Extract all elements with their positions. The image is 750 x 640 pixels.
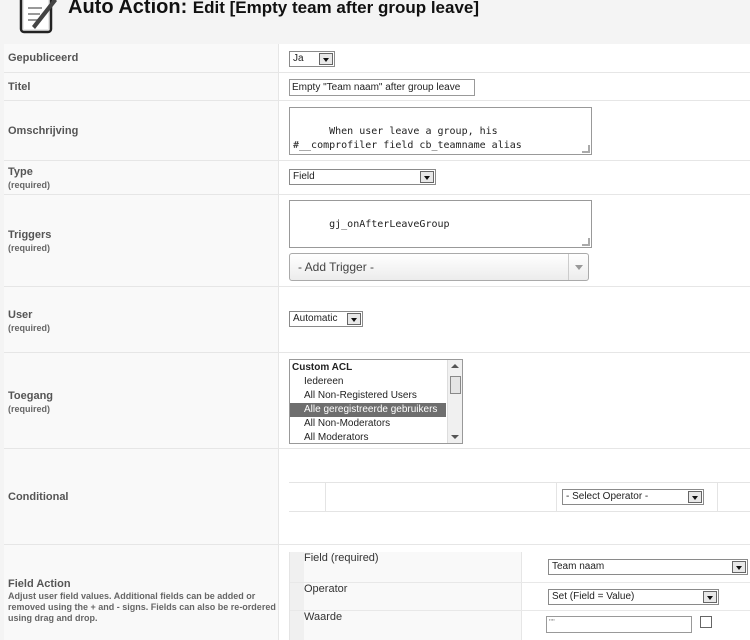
label-cell: Triggers (required) xyxy=(4,195,279,286)
fa-value-label: Waarde xyxy=(304,611,343,623)
chevron-down-icon xyxy=(688,491,702,503)
document-edit-icon xyxy=(19,0,57,34)
label-cell: User (required) xyxy=(4,287,279,352)
row-user: User (required) Automatic xyxy=(4,287,750,353)
triggers-required: (required) xyxy=(8,243,51,253)
row-published: Gepubliceerd Ja xyxy=(4,44,750,73)
field-action-row[interactable]: Field (required) Team naam Operator Set … xyxy=(289,552,750,640)
fa-operator-select[interactable]: Set (Field = Value) xyxy=(548,589,719,605)
access-listbox[interactable]: Custom ACL Iedereen All Non-Registered U… xyxy=(289,359,463,444)
access-label: Toegang xyxy=(8,390,54,402)
field-action-value-row: Waarde "" xyxy=(290,611,750,640)
scroll-down-icon[interactable] xyxy=(451,435,459,439)
access-option-selected[interactable]: Alle geregistreerde gebruikers xyxy=(290,403,446,417)
triggers-textarea[interactable]: gj_onAfterLeaveGroup xyxy=(289,200,592,248)
description-label: Omschrijving xyxy=(8,125,79,137)
user-select[interactable]: Automatic xyxy=(289,311,363,327)
label-cell: Gepubliceerd xyxy=(4,44,279,72)
fa-field-select-value: Team naam xyxy=(552,561,605,572)
conditional-label: Conditional xyxy=(8,491,69,503)
access-option[interactable]: All Moderators xyxy=(290,431,446,443)
label-cell: Omschrijving xyxy=(4,101,279,160)
column-divider xyxy=(325,483,326,511)
chevron-down-icon xyxy=(319,53,333,65)
column-divider xyxy=(556,483,557,511)
row-triggers: Triggers (required) gj_onAfterLeaveGroup… xyxy=(4,195,750,287)
field-action-operator-row: Operator Set (Field = Value) xyxy=(290,583,750,611)
page-header: Auto Action: Edit [Empty team after grou… xyxy=(0,0,750,44)
field-action-description: Adjust user field values. Additional fie… xyxy=(8,591,276,623)
triggers-text: gj_onAfterLeaveGroup xyxy=(329,219,450,230)
conditional-row: - Select Operator - xyxy=(289,482,750,512)
description-textarea[interactable]: When user leave a group, his #__comprofi… xyxy=(289,107,592,155)
fa-value-input[interactable]: "" xyxy=(546,616,692,633)
type-label: Type xyxy=(8,166,33,178)
chevron-down-icon xyxy=(703,591,717,603)
chevron-down-icon xyxy=(420,171,434,183)
field-action-label: Field Action xyxy=(8,578,71,590)
label-cell: Titel xyxy=(4,73,279,100)
label-cell: Toegang (required) xyxy=(4,353,279,448)
type-select[interactable]: Field xyxy=(289,169,436,185)
row-conditional: Conditional - Select Operator - xyxy=(4,449,750,545)
type-required: (required) xyxy=(8,180,51,190)
row-type: Type (required) Field xyxy=(4,161,750,195)
access-option[interactable]: All Non-Registered Users xyxy=(290,389,446,403)
chevron-down-icon xyxy=(347,313,361,325)
access-option[interactable]: Iedereen xyxy=(290,375,446,389)
column-divider xyxy=(717,483,718,511)
row-title: Titel Empty "Team naam" after group leav… xyxy=(4,73,750,101)
page-title-sub: Edit [Empty team after group leave] xyxy=(192,0,480,17)
chevron-down-icon xyxy=(732,561,746,573)
fa-field-label: Field xyxy=(304,552,328,564)
access-required: (required) xyxy=(8,404,51,414)
published-label: Gepubliceerd xyxy=(8,52,79,64)
published-select-value: Ja xyxy=(293,53,304,64)
conditional-operator-value: - Select Operator - xyxy=(566,491,649,502)
fa-operator-select-value: Set (Field = Value) xyxy=(552,591,635,602)
label-cell: Field (required) xyxy=(290,552,522,582)
fa-operator-label: Operator xyxy=(304,583,348,595)
triggers-label: Triggers xyxy=(8,229,52,241)
row-field-action: Field Action Adjust user field values. A… xyxy=(4,545,750,640)
type-select-value: Field xyxy=(293,171,315,182)
field-action-field-row: Field (required) Team naam xyxy=(290,552,750,583)
fa-field-required: (required) xyxy=(330,552,379,564)
page-title: Auto Action: Edit [Empty team after grou… xyxy=(68,0,479,19)
label-cell: Type (required) xyxy=(4,161,279,194)
published-select[interactable]: Ja xyxy=(289,51,335,67)
resize-grip-icon[interactable] xyxy=(582,145,590,153)
label-cell: Conditional xyxy=(4,449,279,544)
user-required: (required) xyxy=(8,323,51,333)
add-trigger-placeholder: - Add Trigger - xyxy=(298,260,375,274)
description-text: When user leave a group, his #__comprofi… xyxy=(293,126,522,151)
title-input[interactable]: Empty "Team naam" after group leave xyxy=(289,79,475,96)
label-cell: Operator xyxy=(290,583,522,610)
access-scrollbar[interactable] xyxy=(447,360,462,443)
row-description: Omschrijving When user leave a group, hi… xyxy=(4,101,750,161)
label-cell: Waarde xyxy=(290,611,522,640)
fa-field-select[interactable]: Team naam xyxy=(548,559,748,575)
scroll-up-icon[interactable] xyxy=(451,364,459,368)
fa-value-checkbox[interactable] xyxy=(700,616,712,628)
label-cell: Field Action Adjust user field values. A… xyxy=(4,545,279,640)
row-access: Toegang (required) Custom ACL Iedereen A… xyxy=(4,353,750,449)
page-title-main: Auto Action: xyxy=(68,0,188,18)
title-label: Titel xyxy=(8,81,31,93)
access-option[interactable]: All Non-Moderators xyxy=(290,417,446,431)
access-option-group: Custom ACL xyxy=(292,362,353,373)
edit-form: Gepubliceerd Ja Titel Empty "Team naam" … xyxy=(4,44,750,640)
scroll-thumb[interactable] xyxy=(450,376,461,394)
resize-grip-icon[interactable] xyxy=(582,238,590,246)
chevron-down-icon xyxy=(568,254,588,280)
user-select-value: Automatic xyxy=(293,313,338,324)
user-label: User xyxy=(8,309,33,321)
conditional-operator-select[interactable]: - Select Operator - xyxy=(562,489,704,505)
add-trigger-select[interactable]: - Add Trigger - xyxy=(289,253,589,281)
